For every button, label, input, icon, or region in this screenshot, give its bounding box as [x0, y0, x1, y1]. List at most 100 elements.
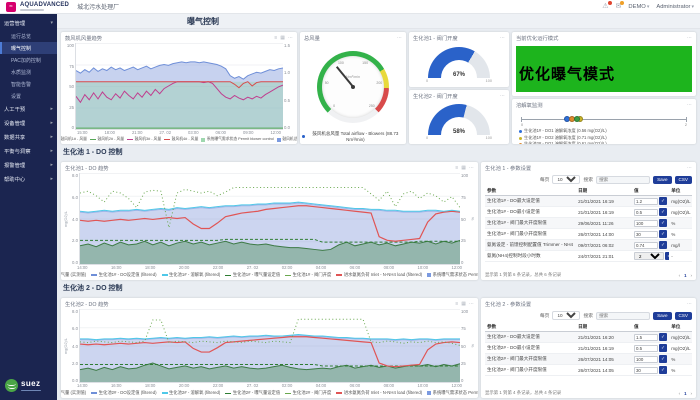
menu-icon[interactable]: ≡	[455, 301, 458, 307]
csv-button[interactable]: CSV	[675, 312, 692, 320]
menu-icon[interactable]: ≡	[274, 35, 277, 41]
legend-square-icon	[427, 391, 431, 395]
sidebar-group[interactable]: 设备管理▸	[0, 116, 57, 130]
apply-button[interactable]: ✓	[659, 241, 667, 249]
legend-dash-icon	[285, 393, 291, 394]
next-page-button[interactable]: ›	[691, 273, 692, 278]
sidebar-group[interactable]: 人工干预▸	[0, 102, 57, 116]
column-header[interactable]: 单位	[669, 186, 692, 196]
sidebar-item[interactable]: PAC加药控制	[0, 54, 57, 66]
more-icon[interactable]: ⋯	[397, 35, 402, 41]
page-size-select[interactable]: 10	[552, 175, 580, 184]
more-icon[interactable]: ⋯	[687, 102, 692, 108]
pagination: ‹ 1 ›	[679, 391, 692, 396]
value-input[interactable]	[634, 231, 658, 238]
more-icon[interactable]: ⋯	[469, 165, 474, 171]
sidebar-item[interactable]: 设置	[0, 90, 57, 102]
gauge-tick-label: 250	[369, 104, 375, 108]
prev-page-button[interactable]: ‹	[679, 391, 680, 396]
apply-button[interactable]: ✓	[665, 252, 669, 260]
sidebar-group[interactable]: 运营管理▾	[0, 16, 57, 30]
more-icon[interactable]: ⋯	[687, 165, 692, 171]
apply-button[interactable]: ✓	[659, 197, 667, 205]
value-input[interactable]	[634, 345, 658, 352]
apply-button[interactable]: ✓	[659, 208, 667, 216]
alert-icon[interactable]: ⚠	[602, 3, 608, 10]
message-icon[interactable]: ✉	[616, 3, 622, 10]
more-icon[interactable]: ⋯	[469, 301, 474, 307]
user-menu[interactable]: Administrator▾	[656, 4, 694, 10]
legend-label: 生化池1# - DO设定值 (filtered)	[99, 272, 157, 278]
env-menu[interactable]: DEMO▾	[628, 4, 649, 10]
grid-icon[interactable]: ▦	[280, 35, 285, 41]
grid-icon[interactable]: ▦	[461, 165, 466, 171]
sidebar-item[interactable]: 水质监测	[0, 66, 57, 78]
apply-button[interactable]: ✓	[659, 355, 667, 363]
menu-icon[interactable]: ≡	[455, 165, 458, 171]
chart-plot[interactable]	[75, 43, 283, 130]
save-button[interactable]: Save	[653, 176, 671, 184]
chart-legend: 鼓风机1# - 风量鼓风机2# - 风量鼓风机3# - 风量鼓风机4# - 风量…	[61, 136, 297, 144]
apply-button[interactable]: ✓	[659, 366, 667, 374]
sidebar-item[interactable]: 运行总览	[0, 30, 57, 42]
more-icon[interactable]: ⋯	[288, 35, 293, 41]
more-icon[interactable]: ⋯	[687, 35, 692, 41]
column-header[interactable]: 日期	[576, 322, 632, 332]
page-size-select[interactable]: 10	[552, 311, 580, 320]
next-page-button[interactable]: ›	[691, 391, 692, 396]
date-cell: 21/01/2021 16:19	[576, 196, 632, 207]
more-icon[interactable]: ⋯	[687, 301, 692, 307]
legend-label: 生化池2# - 曝气量设定值	[233, 390, 280, 396]
apply-button[interactable]: ✓	[659, 230, 667, 238]
apply-button[interactable]: ✓	[659, 344, 667, 352]
column-header[interactable]: 值	[632, 186, 669, 196]
parameters-table: 参数日期值单位 生化池2# - DO最大设定值21/01/2021 16:20✓…	[485, 322, 692, 376]
chart-plot[interactable]	[79, 309, 460, 383]
value-input[interactable]	[634, 242, 658, 249]
column-header[interactable]: 值	[632, 322, 669, 332]
legend-line-icon	[336, 274, 342, 276]
sidebar-group[interactable]: 报警管理▸	[0, 158, 57, 172]
sidebar-group[interactable]: 帮助中心▸	[0, 172, 57, 186]
do-value-dot[interactable]	[574, 116, 580, 122]
do-slider-track[interactable]	[521, 113, 687, 123]
y-tick-label: 2.0	[69, 238, 78, 243]
sidebar-item[interactable]: 智能告警	[0, 78, 57, 90]
value-input[interactable]	[634, 334, 658, 341]
y-axis-left: 8.06.04.02.00.0	[68, 173, 79, 265]
value-input[interactable]	[634, 209, 658, 216]
value-input[interactable]	[634, 220, 658, 227]
apply-button[interactable]: ✓	[659, 333, 667, 341]
prev-page-button[interactable]: ‹	[679, 273, 680, 278]
page-number[interactable]: 1	[682, 391, 688, 396]
scale-min: 0	[426, 79, 428, 83]
sidebar-item[interactable]: 曝气控制	[0, 42, 57, 54]
value-select[interactable]: 2	[634, 252, 664, 260]
csv-button[interactable]: CSV	[675, 176, 692, 184]
value-input[interactable]	[634, 356, 658, 363]
more-icon[interactable]: ⋯	[500, 93, 505, 99]
search-input[interactable]	[596, 176, 650, 184]
gauge-unit-label: Nm³/min	[317, 75, 389, 79]
date-cell: 29/06/2021 11:26	[576, 218, 632, 229]
panel-title: 鼓风机风量趋势	[65, 34, 102, 42]
section-header-bio2: 生化池 2 - DO 控制	[61, 283, 696, 295]
grid-icon[interactable]: ▦	[461, 301, 466, 307]
column-header[interactable]: 参数	[485, 322, 576, 332]
value-input[interactable]	[634, 367, 658, 374]
more-icon[interactable]: ⋯	[500, 35, 505, 41]
legend-label: 系统曝气需求状态 Permit blower control	[433, 390, 478, 396]
column-header[interactable]: 日期	[576, 186, 632, 196]
table-row: 生化池2# - 阀门最小开度限值26/07/2021 14:05✓%	[485, 365, 692, 376]
chart-plot[interactable]	[79, 173, 460, 265]
search-input[interactable]	[596, 312, 650, 320]
save-button[interactable]: Save	[653, 312, 671, 320]
column-header[interactable]: 单位	[669, 322, 692, 332]
apply-button[interactable]: ✓	[659, 219, 667, 227]
column-header[interactable]: 参数	[485, 186, 576, 196]
gauge-tick-label: 100	[338, 61, 344, 65]
sidebar-group[interactable]: 平衡与洞察▸	[0, 144, 57, 158]
value-input[interactable]	[634, 198, 658, 205]
page-number[interactable]: 1	[682, 273, 688, 278]
sidebar-group[interactable]: 数据共享▸	[0, 130, 57, 144]
